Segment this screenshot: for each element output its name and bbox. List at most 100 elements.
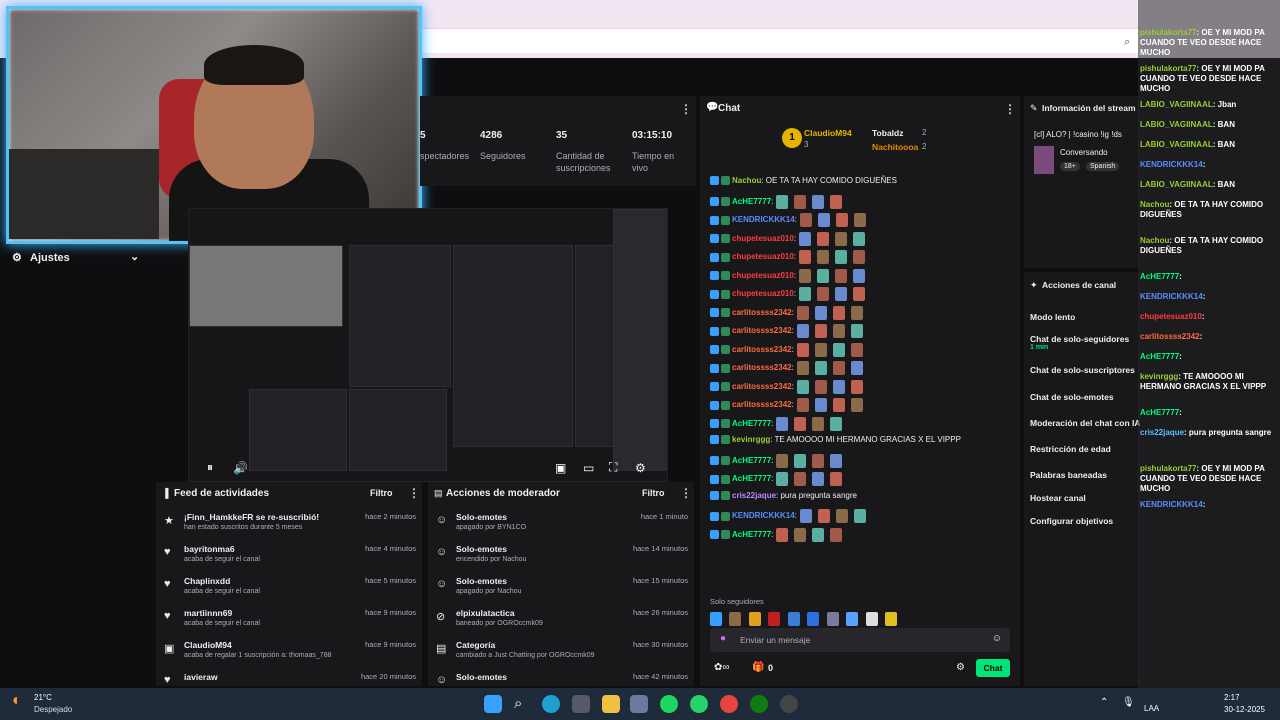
theater-icon[interactable]: ▭ bbox=[583, 461, 594, 475]
stream-tag[interactable]: 18+ bbox=[1060, 162, 1080, 171]
chat-message[interactable]: AcHE7777: bbox=[710, 416, 845, 431]
emote-icon[interactable] bbox=[710, 611, 722, 626]
chat-message[interactable]: chupetesuaz010: bbox=[710, 287, 868, 301]
chat-message[interactable]: AcHE7777: bbox=[710, 527, 845, 542]
category-thumbnail[interactable] bbox=[1034, 146, 1054, 174]
chat-message[interactable]: carlitossss2342: bbox=[710, 342, 866, 357]
folder-icon[interactable] bbox=[602, 695, 620, 713]
emote-icon[interactable] bbox=[826, 611, 839, 626]
clock-date[interactable]: 30-12-2025 bbox=[1224, 705, 1265, 714]
settings-toggle[interactable]: ⚙ Ajustes ⌄ bbox=[0, 244, 152, 270]
leader-name[interactable]: Tobaldz bbox=[872, 128, 903, 138]
item-title[interactable]: Solo-emotes bbox=[456, 544, 507, 554]
start-icon[interactable] bbox=[484, 695, 502, 713]
item-title[interactable]: ¡Finn_HamkkeFR se re-suscribió! bbox=[184, 512, 319, 522]
emote-icon[interactable] bbox=[865, 611, 878, 626]
chevron-up-icon[interactable]: ⌃ bbox=[1100, 697, 1108, 708]
volume-icon[interactable]: 🔊 bbox=[233, 461, 248, 475]
chat-message[interactable]: KENDRICKKK14: bbox=[710, 213, 869, 227]
chat-send-button[interactable]: Chat bbox=[976, 659, 1010, 677]
chat-message[interactable]: AcHE7777: bbox=[710, 194, 845, 209]
feed-filter-button[interactable]: Filtro bbox=[370, 488, 393, 498]
chat-username[interactable]: chupetesuaz010 bbox=[732, 271, 794, 280]
chat-username[interactable]: carlitossss2342 bbox=[732, 363, 792, 372]
item-title[interactable]: Solo-emotes bbox=[456, 672, 507, 682]
mods-filter-button[interactable]: Filtro bbox=[642, 488, 665, 498]
chat-username[interactable]: AcHE7777 bbox=[732, 456, 771, 465]
edge-icon[interactable] bbox=[542, 695, 560, 713]
action-subs-only[interactable]: Chat de solo-suscriptores bbox=[1030, 365, 1135, 375]
chat-username[interactable]: carlitossss2342 bbox=[732, 308, 792, 317]
store-icon[interactable] bbox=[572, 695, 590, 713]
action-host-channel[interactable]: Hostear canal bbox=[1030, 493, 1086, 503]
chat-username[interactable]: chupetesuaz010 bbox=[732, 252, 794, 261]
item-title[interactable]: iavieraw bbox=[184, 672, 218, 682]
chat-message[interactable]: cris22jaque: pura pregunta sangre bbox=[710, 491, 857, 500]
clock-time[interactable]: 2:17 bbox=[1224, 693, 1240, 702]
weather-temp[interactable]: 21°C bbox=[34, 693, 52, 702]
chat-message[interactable]: carlitossss2342: bbox=[710, 379, 866, 394]
chat-message[interactable]: KENDRICKKK14: bbox=[710, 509, 869, 523]
gift-icon[interactable]: 🎁 bbox=[752, 662, 764, 673]
chat-username[interactable]: carlitossss2342 bbox=[732, 400, 792, 409]
more-options-icon[interactable]: ⋮ bbox=[680, 102, 692, 116]
emote-bar[interactable] bbox=[710, 610, 1010, 626]
xbox-icon[interactable] bbox=[750, 695, 768, 713]
item-title[interactable]: Solo-emotes bbox=[456, 512, 507, 522]
chat-username[interactable]: AcHE7777 bbox=[732, 530, 771, 539]
stream-tag[interactable]: Spanish bbox=[1086, 162, 1120, 171]
stream-preview[interactable]: ⏸ 🔊 ▣ ▭ ⛶ ⚙ bbox=[188, 208, 668, 482]
chat-message[interactable]: chupetesuaz010: bbox=[710, 250, 868, 264]
chat-message[interactable]: carlitossss2342: bbox=[710, 324, 866, 338]
item-title[interactable]: Categoría bbox=[456, 640, 495, 650]
search-icon[interactable]: ⌕ bbox=[514, 695, 532, 713]
chat-username[interactable]: AcHE7777 bbox=[732, 197, 771, 206]
emote-icon[interactable] bbox=[748, 611, 761, 626]
emoji-icon[interactable]: ☺ bbox=[992, 633, 1002, 644]
fullscreen-icon[interactable]: ⛶ bbox=[609, 460, 617, 475]
chat-message[interactable]: chupetesuaz010: bbox=[710, 231, 868, 246]
stream-title[interactable]: [cl] ALO? | !casino !ig !ds bbox=[1034, 130, 1144, 139]
item-title[interactable]: Solo-emotes bbox=[456, 576, 507, 586]
action-age-restriction[interactable]: Restricción de edad bbox=[1030, 444, 1111, 454]
leader-name[interactable]: Nachitoooa bbox=[872, 142, 918, 152]
spotify-icon[interactable] bbox=[660, 695, 678, 713]
action-followers-only[interactable]: Chat de solo-seguidores bbox=[1030, 334, 1129, 344]
chat-message[interactable]: carlitossss2342: bbox=[710, 305, 866, 320]
chat-username[interactable]: carlitossss2342 bbox=[732, 345, 792, 354]
stream-category[interactable]: Conversando bbox=[1060, 148, 1108, 157]
chat-message[interactable]: Nachou: OE TA TA HAY COMIDO DIGUEÑES bbox=[710, 176, 897, 186]
chat-message[interactable]: carlitossss2342: bbox=[710, 361, 866, 375]
feed-options-icon[interactable]: ⋮ bbox=[408, 486, 420, 500]
emote-icon[interactable] bbox=[729, 611, 742, 626]
emote-icon[interactable] bbox=[787, 611, 800, 626]
chat-username[interactable]: chupetesuaz010 bbox=[732, 234, 794, 243]
chat-username[interactable]: KENDRICKKK14 bbox=[732, 511, 795, 520]
chat-message[interactable]: kevinrggg: TE AMOOOO MI HERMANO GRACIAS … bbox=[710, 435, 961, 445]
photos-icon[interactable] bbox=[630, 695, 648, 713]
clip-icon[interactable]: ▣ bbox=[555, 461, 566, 475]
item-title[interactable]: ClaudioM94 bbox=[184, 640, 232, 650]
address-band[interactable] bbox=[420, 28, 1140, 53]
bits-icon[interactable]: ✿∞ bbox=[714, 662, 730, 673]
chat-options-icon[interactable]: ⋮ bbox=[1004, 102, 1016, 116]
emote-icon[interactable] bbox=[807, 611, 820, 626]
action-ai-moderation[interactable]: Moderación del chat con IA bbox=[1030, 418, 1141, 428]
action-goals[interactable]: Configurar objetivos bbox=[1030, 516, 1113, 526]
mic-tray-icon[interactable]: 🎙 bbox=[1122, 697, 1135, 708]
chat-username[interactable]: kevinrggg bbox=[732, 435, 770, 444]
chat-username[interactable]: carlitossss2342 bbox=[732, 326, 792, 335]
chat-username[interactable]: KENDRICKKK14 bbox=[732, 215, 795, 224]
chat-username[interactable]: chupetesuaz010 bbox=[732, 289, 794, 298]
action-slow-mode[interactable]: Modo lento bbox=[1030, 312, 1075, 322]
chat-username[interactable]: carlitossss2342 bbox=[732, 382, 792, 391]
chat-username[interactable]: cris22jaque bbox=[732, 491, 776, 500]
chrome-icon[interactable] bbox=[720, 695, 738, 713]
mods-options-icon[interactable]: ⋮ bbox=[680, 486, 692, 500]
chat-message[interactable]: chupetesuaz010: bbox=[710, 268, 868, 283]
emote-icon[interactable] bbox=[885, 611, 898, 626]
chat-message[interactable]: AcHE7777: bbox=[710, 453, 845, 468]
chat-settings-icon[interactable]: ⚙ bbox=[956, 662, 965, 673]
item-title[interactable]: martiinnn69 bbox=[184, 608, 232, 618]
whatsapp-icon[interactable] bbox=[690, 695, 708, 713]
